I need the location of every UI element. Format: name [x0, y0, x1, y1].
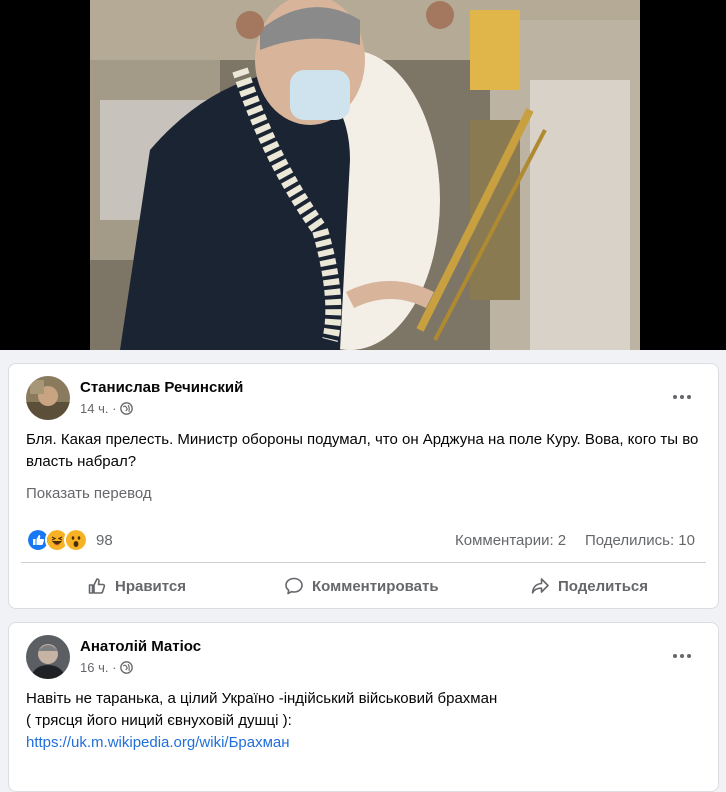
comments-count[interactable]: Комментарии: 2: [455, 532, 566, 549]
author-name[interactable]: Станислав Речинский: [80, 379, 243, 396]
show-translation-link[interactable]: Показать перевод: [26, 485, 152, 502]
post-photo[interactable]: [90, 0, 640, 350]
wikipedia-link[interactable]: https://uk.m.wikipedia.org/wiki/Брахман: [26, 734, 290, 751]
post-meta: 14 ч. ·: [80, 401, 134, 416]
more-options-button[interactable]: [664, 644, 700, 668]
more-dot-icon: [687, 654, 691, 658]
more-options-button[interactable]: [664, 385, 700, 409]
divider: [21, 562, 706, 563]
more-dot-icon: [673, 654, 677, 658]
thumbs-up-icon: [88, 578, 106, 594]
avatar-image: [26, 635, 70, 679]
more-dot-icon: [680, 395, 684, 399]
post-photo-frame: [0, 0, 726, 350]
avatar-image: [26, 376, 70, 420]
like-label: Нравится: [115, 577, 187, 595]
post-text-line: ( трясця його ниций євнуховій душці ):: [26, 712, 292, 729]
more-dot-icon: [687, 395, 691, 399]
comment-icon: [285, 577, 303, 595]
share-button[interactable]: Поделиться: [530, 576, 648, 596]
reaction-count: 98: [96, 531, 113, 549]
shares-count[interactable]: Поделились: 10: [585, 532, 695, 549]
like-button[interactable]: Нравится: [87, 576, 186, 596]
post-text: Навіть не таранька, а цілий Україно -інд…: [26, 688, 706, 754]
post-time[interactable]: 14 ч. ·: [80, 401, 116, 416]
comment-button[interactable]: Комментировать: [284, 576, 439, 596]
wow-icon: [64, 528, 88, 552]
photo-illustration: [90, 0, 640, 350]
share-label: Поделиться: [558, 577, 649, 595]
comment-label: Комментировать: [312, 577, 439, 595]
comment-card: Анатолій Матіос 16 ч. · Навіть не тарань…: [8, 622, 719, 792]
comment-card: Станислав Речинский 14 ч. · Бля. Какая п…: [8, 363, 719, 609]
globe-icon: [120, 661, 134, 674]
avatar[interactable]: [26, 635, 70, 679]
author-name[interactable]: Анатолій Матіос: [80, 638, 201, 655]
post-time[interactable]: 16 ч. ·: [80, 660, 116, 675]
reactions-summary[interactable]: 98: [26, 528, 113, 552]
post-text: Бля. Какая прелесть. Министр обороны под…: [26, 431, 699, 470]
post-meta: 16 ч. ·: [80, 660, 134, 675]
globe-icon: [120, 402, 134, 415]
avatar[interactable]: [26, 376, 70, 420]
more-dot-icon: [673, 395, 677, 399]
more-dot-icon: [680, 654, 684, 658]
post-text-line: Навіть не таранька, а цілий Україно -інд…: [26, 690, 498, 707]
share-icon: [531, 578, 549, 594]
